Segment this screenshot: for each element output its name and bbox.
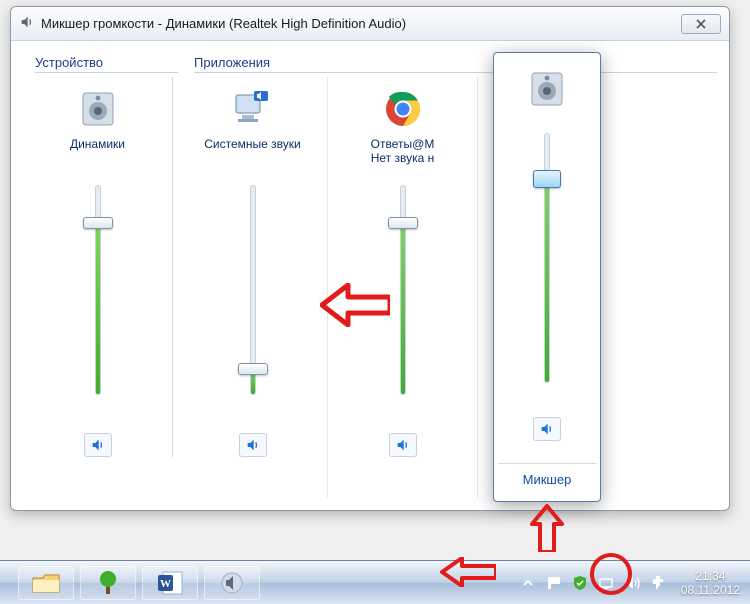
tray-chevron-up-icon[interactable]: [519, 574, 537, 592]
speaker-icon: [19, 14, 35, 33]
channel-device: Динамики: [23, 77, 173, 457]
channel-device-label: Динамики: [70, 137, 125, 167]
chrome-icon[interactable]: [381, 87, 425, 131]
channel-chrome: Ответы@M Нет звука н: [328, 77, 478, 498]
taskbar-explorer-button[interactable]: [18, 566, 74, 600]
volume-mixer-window: Микшер громкости - Динамики (Realtek Hig…: [10, 6, 730, 511]
svg-text:W: W: [160, 578, 171, 590]
device-mute-button[interactable]: [84, 433, 112, 457]
flyout-mute-button[interactable]: [533, 417, 561, 441]
window-title: Микшер громкости - Динамики (Realtek Hig…: [41, 16, 681, 31]
mixer-link[interactable]: Микшер: [498, 463, 596, 495]
taskbar-app-button[interactable]: [80, 566, 136, 600]
section-device-label: Устройство: [35, 55, 178, 73]
taskbar-volume-button[interactable]: [204, 566, 260, 600]
tray-flag-icon[interactable]: [545, 574, 563, 592]
volume-flyout: Микшер: [493, 52, 601, 502]
system-slider[interactable]: [223, 181, 283, 411]
clock-date: 08.11.2012: [681, 583, 740, 597]
section-apps-label: Приложения: [194, 55, 717, 73]
taskbar-clock[interactable]: 21:34 08.11.2012: [681, 569, 740, 597]
tray-volume-icon[interactable]: [623, 574, 641, 592]
annotation-arrow-up-icon: [530, 504, 564, 552]
channel-system-sounds: Системные звуки: [178, 77, 328, 498]
titlebar[interactable]: Микшер громкости - Динамики (Realtek Hig…: [11, 7, 729, 41]
chrome-slider[interactable]: [373, 181, 433, 411]
clock-time: 21:34: [681, 569, 740, 583]
tray-power-icon[interactable]: [649, 574, 667, 592]
channel-chrome-label: Ответы@M Нет звука н: [371, 137, 435, 167]
device-slider[interactable]: [68, 181, 128, 411]
flyout-slider[interactable]: [517, 129, 577, 399]
channel-system-label: Системные звуки: [204, 137, 300, 167]
close-button[interactable]: [681, 14, 721, 34]
system-sounds-icon[interactable]: [231, 87, 275, 131]
system-tray: 21:34 08.11.2012: [519, 569, 750, 597]
tray-network-icon[interactable]: [597, 574, 615, 592]
tray-shield-icon[interactable]: [571, 574, 589, 592]
speaker-device-icon[interactable]: [76, 87, 120, 131]
flyout-speaker-icon[interactable]: [525, 67, 569, 111]
chrome-mute-button[interactable]: [389, 433, 417, 457]
taskbar-word-button[interactable]: W: [142, 566, 198, 600]
system-mute-button[interactable]: [239, 433, 267, 457]
taskbar: W 21:34 08.11.2012: [0, 560, 750, 604]
